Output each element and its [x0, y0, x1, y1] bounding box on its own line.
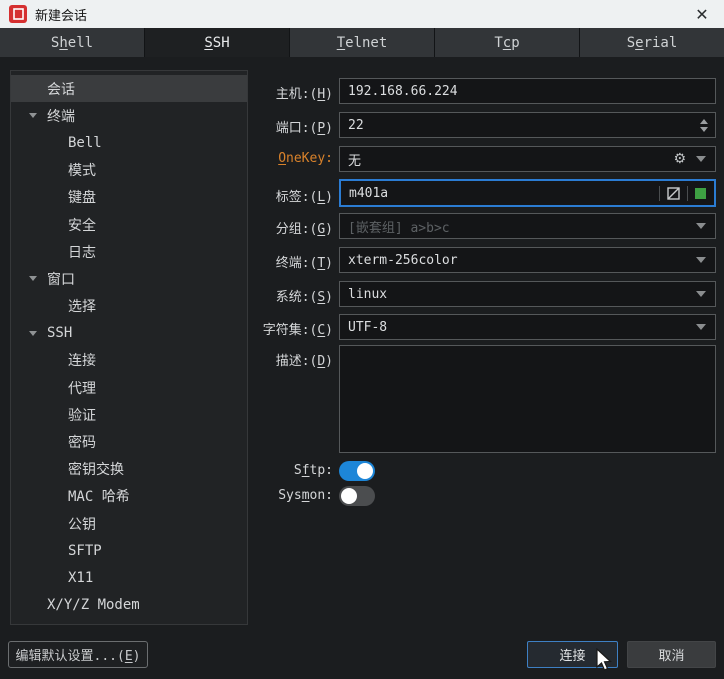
gear-icon[interactable]: ⚙ — [673, 151, 686, 167]
edit-tag-icon[interactable] — [667, 186, 680, 200]
tree-item-kex[interactable]: 密钥交换 — [11, 456, 247, 483]
tab-tcp[interactable]: Tcp — [435, 28, 579, 57]
group-placeholder: [嵌套组] a>b>c — [348, 220, 450, 236]
chevron-down-icon[interactable] — [696, 257, 706, 263]
group-combobox[interactable]: [嵌套组] a>b>c — [339, 213, 716, 239]
port-spinner[interactable] — [700, 118, 708, 132]
spin-up-icon[interactable] — [700, 118, 708, 124]
onekey-label: OneKey: — [278, 151, 333, 166]
tag-label: 标签:(L) — [275, 190, 333, 205]
app-logo-icon — [9, 5, 27, 23]
tree-item-security[interactable]: 安全 — [11, 211, 247, 238]
tree-item-keyboard[interactable]: 键盘 — [11, 184, 247, 211]
tree-item-terminal[interactable]: 终端 — [11, 102, 247, 129]
port-label: 端口:(P) — [275, 121, 333, 136]
tree-item-auth[interactable]: 验证 — [11, 401, 247, 428]
tab-serial[interactable]: Serial — [580, 28, 724, 57]
chevron-down-icon[interactable] — [29, 330, 37, 336]
description-textarea[interactable] — [340, 346, 715, 452]
chevron-down-icon[interactable] — [696, 291, 706, 297]
sysmon-label: Sysmon: — [278, 488, 333, 503]
onekey-combobox[interactable]: 无 ⚙ — [339, 146, 716, 172]
chevron-down-icon[interactable] — [29, 276, 37, 282]
tree-item-x11[interactable]: X11 — [11, 564, 247, 591]
titlebar: 新建会话 ✕ — [0, 0, 724, 28]
edit-defaults-button[interactable]: 编辑默认设置...(E) — [8, 641, 148, 668]
host-label: 主机:(H) — [275, 87, 333, 102]
tree-item-proxy[interactable]: 代理 — [11, 374, 247, 401]
tag-color-swatch[interactable] — [695, 187, 706, 199]
sysmon-toggle[interactable] — [339, 486, 375, 506]
tree-item-xyz-modem[interactable]: X/Y/Z Modem — [11, 592, 247, 619]
host-input[interactable] — [340, 83, 715, 99]
charset-label: 字符集:(C) — [262, 323, 333, 338]
tree-item-selection[interactable]: 选择 — [11, 293, 247, 320]
terminal-label: 终端:(T) — [275, 256, 333, 271]
settings-tree: 会话 终端 Bell 模式 键盘 安全 日志 窗口 选择 SSH 连接 代理 验… — [10, 70, 248, 625]
tag-input[interactable] — [341, 185, 652, 201]
tree-item-session[interactable]: 会话 — [11, 75, 247, 103]
system-label: 系统:(S) — [275, 290, 333, 305]
tag-field-wrap — [339, 179, 716, 207]
terminal-value: xterm-256color — [348, 252, 458, 268]
port-field-wrap — [339, 112, 716, 138]
charset-combobox[interactable]: UTF-8 — [339, 314, 716, 340]
separator — [687, 185, 688, 201]
onekey-value: 无 — [348, 153, 362, 169]
tree-item-mode[interactable]: 模式 — [11, 157, 247, 184]
description-label: 描述:(D) — [275, 354, 333, 369]
group-label: 分组:(G) — [275, 222, 333, 237]
chevron-down-icon[interactable] — [696, 156, 706, 162]
sftp-label: Sftp: — [293, 463, 333, 478]
toggle-knob — [341, 488, 357, 504]
new-session-dialog: 新建会话 ✕ Shell SSH Telnet Tcp Serial 会话 终端… — [0, 0, 724, 679]
tree-item-bell[interactable]: Bell — [11, 129, 247, 156]
close-icon[interactable]: ✕ — [686, 2, 718, 26]
terminal-combobox[interactable]: xterm-256color — [339, 247, 716, 273]
spin-down-icon[interactable] — [700, 126, 708, 132]
chevron-down-icon[interactable] — [29, 113, 37, 119]
host-field-wrap — [339, 78, 716, 104]
tree-item-log[interactable]: 日志 — [11, 238, 247, 265]
system-combobox[interactable]: linux — [339, 281, 716, 307]
port-input[interactable] — [340, 117, 700, 133]
chevron-down-icon[interactable] — [696, 223, 706, 229]
sftp-toggle[interactable] — [339, 461, 375, 481]
toggle-knob — [357, 463, 373, 479]
tree-item-connect[interactable]: 连接 — [11, 347, 247, 374]
session-type-tabs: Shell SSH Telnet Tcp Serial — [0, 28, 724, 57]
tab-shell[interactable]: Shell — [0, 28, 144, 57]
tree-item-window[interactable]: 窗口 — [11, 265, 247, 292]
tree-item-public-key[interactable]: 公钥 — [11, 510, 247, 537]
charset-value: UTF-8 — [348, 319, 388, 335]
dialog-title: 新建会话 — [35, 8, 88, 24]
tree-item-mac-hash[interactable]: MAC 哈希 — [11, 483, 247, 510]
tab-ssh[interactable]: SSH — [145, 28, 289, 57]
description-field-wrap — [339, 345, 716, 453]
chevron-down-icon[interactable] — [696, 324, 706, 330]
tree-item-sftp[interactable]: SFTP — [11, 537, 247, 564]
separator — [659, 185, 660, 201]
cancel-button[interactable]: 取消 — [627, 641, 716, 668]
system-value: linux — [348, 286, 388, 302]
connect-button[interactable]: 连接 — [527, 641, 618, 668]
tree-item-password[interactable]: 密码 — [11, 428, 247, 455]
tree-item-ssh[interactable]: SSH — [11, 320, 247, 347]
tab-telnet[interactable]: Telnet — [290, 28, 434, 57]
